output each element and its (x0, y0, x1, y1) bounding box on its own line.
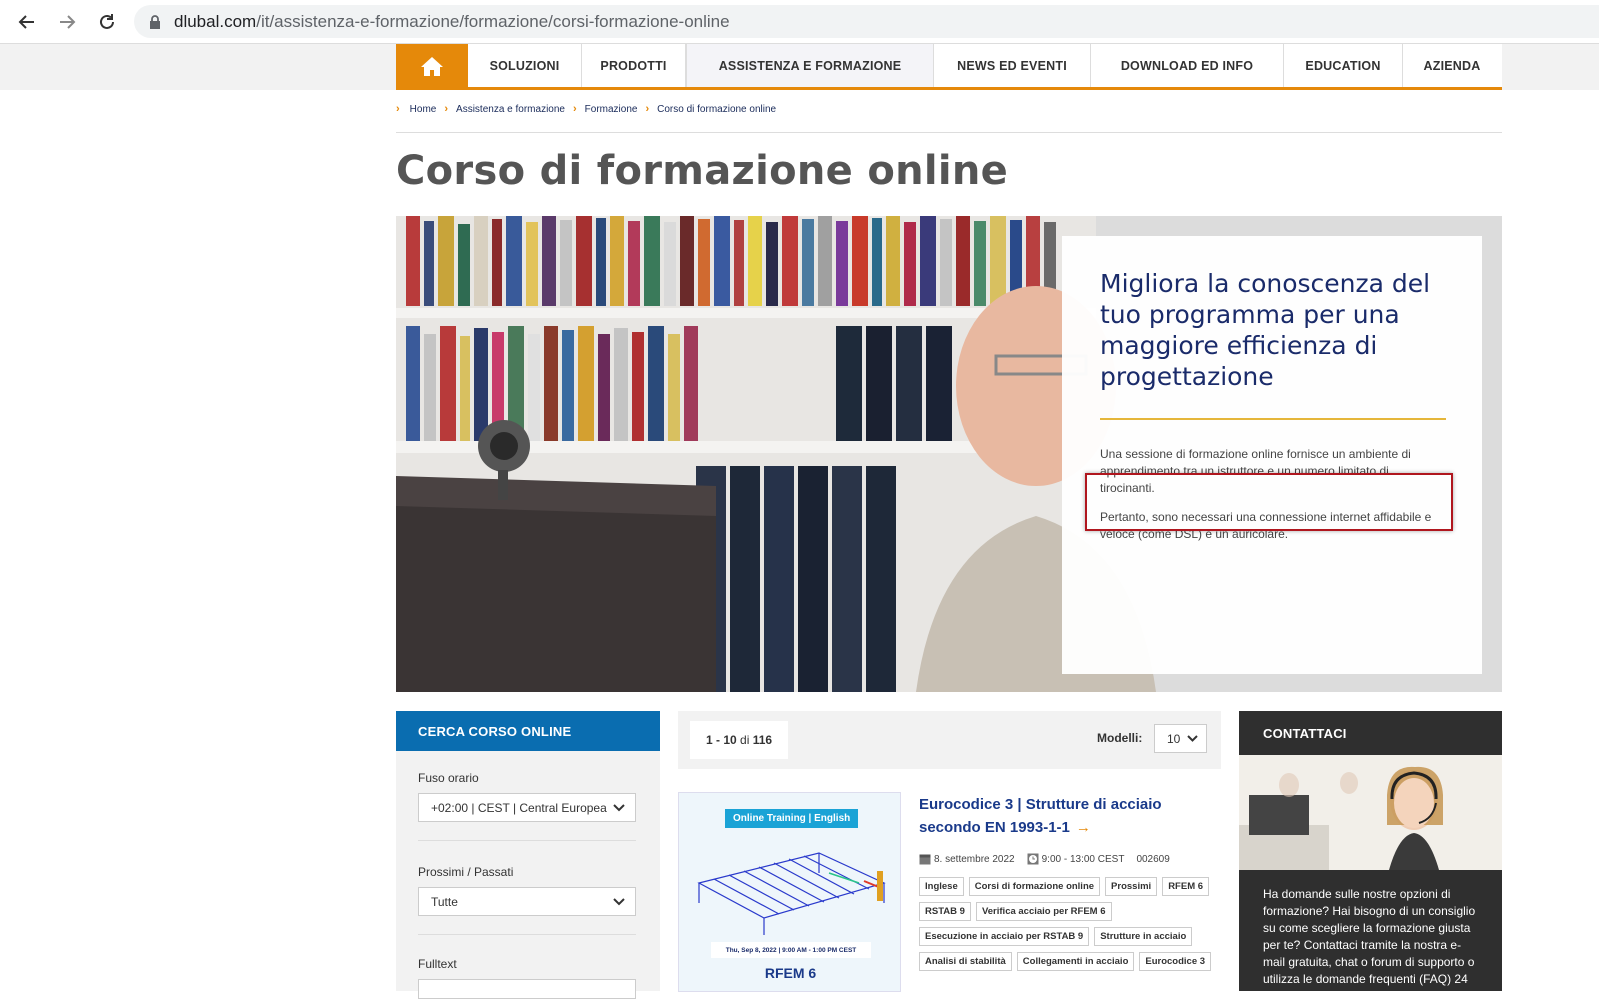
tag-esecuzione-acciaio[interactable]: Esecuzione in acciaio per RSTAB 9 (919, 927, 1090, 946)
contact-panel: CONTATTACI Ha domande sulle nostre opzio… (1239, 711, 1502, 991)
results-of: di (740, 733, 750, 747)
contact-title: CONTATTACI (1263, 725, 1347, 741)
home-icon (421, 56, 443, 76)
results-range: 1 - 10 (706, 733, 737, 747)
tag-analisi-stabilita[interactable]: Analisi di stabilità (919, 952, 1012, 971)
contact-text: Ha domande sulle nostre opzioni di forma… (1263, 887, 1476, 986)
tag-corsi-online[interactable]: Corsi di formazione online (968, 877, 1101, 896)
url-domain: dlubal.com (174, 11, 257, 31)
back-icon[interactable] (13, 8, 41, 36)
course-tags: Inglese Corsi di formazione online Pross… (919, 877, 1219, 977)
tag-lingua[interactable]: Inglese (919, 877, 964, 896)
upcoming-label: Prossimi / Passati (418, 865, 514, 879)
tag-verifica-acciaio[interactable]: Verifica acciaio per RFEM 6 (975, 902, 1112, 921)
models-select[interactable]: 10 (1154, 724, 1207, 753)
forward-icon[interactable] (53, 8, 81, 36)
thumb-badge: Online Training | English (725, 809, 859, 828)
lock-icon (150, 14, 160, 29)
tag-rfem6[interactable]: RFEM 6 (1162, 877, 1210, 896)
hero-banner: Migliora la conoscenza del tuo programma… (396, 216, 1502, 692)
search-panel: CERCA CORSO ONLINE Fuso orario +02:00 | … (396, 711, 660, 999)
nav-education[interactable]: EDUCATION (1284, 44, 1403, 87)
models-value: 10 (1167, 731, 1181, 746)
nav-download-ed-info[interactable]: DOWNLOAD ED INFO (1091, 44, 1284, 87)
structure-model-icon (697, 852, 886, 935)
arrow-right-icon: → (1075, 819, 1091, 836)
breadcrumb-formazione[interactable]: Formazione (585, 104, 638, 115)
models-label: Modelli: (1097, 731, 1143, 745)
thumb-date: Thu, Sep 8, 2022 | 9:00 AM - 1:00 PM CES… (711, 942, 871, 958)
tag-prossimi[interactable]: Prossimi (1105, 877, 1158, 896)
upcoming-value: Tutte (431, 894, 458, 909)
results-count: 1 - 10 di 116 (690, 721, 789, 759)
fulltext-input[interactable] (418, 979, 636, 999)
chevron-right-icon: › (645, 103, 650, 115)
chevron-right-icon: › (396, 103, 400, 115)
tag-strutture-acciaio[interactable]: Strutture in acciaio (1094, 927, 1193, 946)
breadcrumb-home[interactable]: Home (410, 104, 437, 115)
highlight-box (1085, 473, 1453, 531)
course-meta: 8. settembre 2022 9:00 - 13:00 CEST 0026… (919, 853, 1182, 865)
search-panel-title: CERCA CORSO ONLINE (396, 711, 660, 751)
hero-card: Migliora la conoscenza del tuo programma… (1062, 236, 1482, 674)
page-title: Corso di formazione online (396, 148, 1009, 194)
divider (396, 132, 1502, 133)
clock-icon (1027, 853, 1039, 865)
course-title-link[interactable]: Eurocodice 3 | Strutture di acciaio seco… (919, 793, 1209, 839)
tag-collegamenti-acciaio[interactable]: Collegamenti in acciaio (1016, 952, 1135, 971)
hero-divider (1100, 418, 1446, 420)
thumb-product: RFEM 6 (764, 965, 817, 981)
results-total: 116 (752, 733, 773, 747)
timezone-select[interactable]: +02:00 | CEST | Central Europea (418, 793, 636, 822)
timezone-label: Fuso orario (418, 771, 479, 785)
chevron-right-icon: › (572, 103, 577, 115)
address-bar[interactable]: dlubal.com/it/assistenza-e-formazione/fo… (134, 5, 1599, 38)
chevron-down-icon (1187, 735, 1198, 742)
course-thumbnail[interactable]: Online Training | English Thu, Sep 8, 20… (678, 792, 901, 992)
results-bar: 1 - 10 di 116 Modelli: 10 (678, 711, 1221, 769)
home-button[interactable] (396, 44, 468, 87)
main-navigation: SOLUZIONI PRODOTTI ASSISTENZA E FORMAZIO… (396, 44, 1502, 90)
chevron-right-icon: › (444, 103, 449, 115)
tag-eurocodice3[interactable]: Eurocodice 3 (1139, 952, 1212, 971)
nav-soluzioni[interactable]: SOLUZIONI (468, 44, 582, 87)
course-title: Eurocodice 3 | Strutture di acciaio seco… (919, 796, 1162, 836)
course-time: 9:00 - 13:00 CEST (1041, 853, 1125, 865)
url-path: /it/assistenza-e-formazione/formazione/c… (256, 11, 730, 31)
tag-rstab9[interactable]: RSTAB 9 (919, 902, 971, 921)
nav-prodotti[interactable]: PRODOTTI (582, 44, 686, 87)
timezone-value: +02:00 | CEST | Central Europea (431, 800, 607, 815)
upcoming-select[interactable]: Tutte (418, 887, 636, 916)
course-code: 002609 (1136, 853, 1170, 865)
support-agent-image (1239, 755, 1502, 870)
calendar-icon (919, 854, 931, 865)
chevron-down-icon (613, 897, 625, 905)
breadcrumb-current: Corso di formazione online (657, 103, 777, 115)
hero-heading: Migliora la conoscenza del tuo programma… (1100, 269, 1431, 391)
breadcrumb: › Home › Assistenza e formazione › Forma… (396, 103, 776, 115)
course-date: 8. settembre 2022 (934, 853, 1015, 865)
nav-assistenza-e-formazione[interactable]: ASSISTENZA E FORMAZIONE (686, 44, 934, 87)
browser-toolbar: dlubal.com/it/assistenza-e-formazione/fo… (0, 0, 1599, 44)
fulltext-label: Fulltext (418, 957, 457, 971)
nav-azienda[interactable]: AZIENDA (1403, 44, 1501, 87)
breadcrumb-assistenza[interactable]: Assistenza e formazione (456, 104, 565, 115)
chevron-down-icon (613, 803, 625, 811)
reload-icon[interactable] (93, 8, 121, 36)
nav-news-ed-eventi[interactable]: NEWS ED EVENTI (934, 44, 1091, 87)
